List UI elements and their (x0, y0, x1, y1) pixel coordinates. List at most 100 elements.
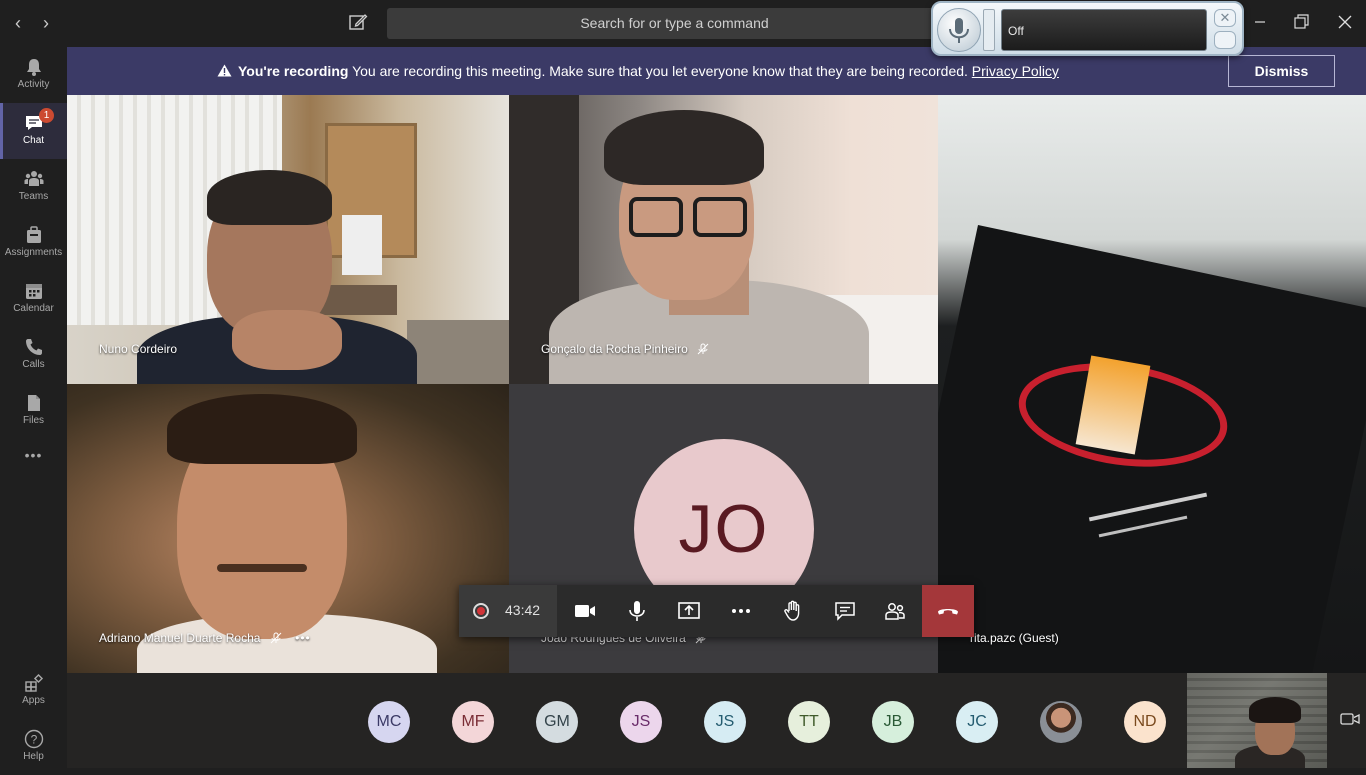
apps-icon (24, 673, 43, 692)
avatar[interactable]: ND (1124, 701, 1166, 743)
recording-message: You are recording this meeting. Make sur… (352, 63, 968, 79)
teams-icon (24, 171, 43, 186)
sidebar-item-label: Help (23, 751, 44, 762)
sidebar-item-label: Calendar (13, 303, 54, 314)
minimize-icon[interactable] (1248, 10, 1272, 34)
search-input[interactable]: Search for or type a command (387, 8, 962, 39)
avatar-photo[interactable] (1040, 701, 1082, 743)
mic-muted-icon (270, 632, 282, 644)
mustache (217, 564, 307, 572)
restore-icon[interactable] (1289, 10, 1313, 34)
video-off-icon (1340, 713, 1360, 725)
participants-icon (885, 603, 905, 620)
video-tile[interactable]: Adriano Manuel Duarte Rocha ••• (67, 384, 509, 673)
bell-icon (26, 59, 41, 76)
sidebar-item-apps[interactable]: Apps (0, 663, 67, 719)
avatar[interactable]: MF (452, 701, 494, 743)
chat-icon (835, 602, 855, 621)
participant-name: Gonçalo da Rocha Pinheiro (541, 342, 688, 356)
avatar[interactable]: JS (620, 701, 662, 743)
avatar[interactable]: MC (368, 701, 410, 743)
recording-title: You're recording (238, 63, 349, 79)
svg-text:?: ? (30, 733, 37, 747)
show-participants-button[interactable] (869, 585, 921, 637)
person-hands (232, 310, 342, 370)
sidebar-item-label: Apps (22, 695, 45, 706)
app-sidebar: Activity 1 Chat Teams Assignments Calend… (0, 47, 67, 768)
avatar[interactable]: JB (872, 701, 914, 743)
self-video-preview[interactable] (1187, 673, 1327, 768)
video-tile[interactable]: rita.pazc (Guest) (938, 95, 1366, 673)
speech-mic-widget: Off ✕ (931, 1, 1244, 56)
assignments-icon (26, 226, 41, 243)
more-apps-button[interactable]: ••• (0, 447, 67, 477)
person-hair (604, 110, 764, 185)
hang-up-icon (938, 609, 958, 615)
avatar[interactable]: GM (536, 701, 578, 743)
paper-note (342, 215, 382, 275)
file-icon (27, 395, 40, 411)
self-video-toggle[interactable] (1339, 709, 1361, 729)
call-controls: 43:42 (459, 585, 974, 637)
recording-indicator: 43:42 (459, 585, 557, 637)
share-screen-icon (678, 602, 700, 619)
mic-muted-icon (697, 343, 709, 355)
avatar[interactable]: JS (704, 701, 746, 743)
sidebar-item-chat[interactable]: 1 Chat (0, 103, 67, 159)
compose-icon[interactable] (348, 12, 370, 34)
more-options-button[interactable]: ••• (295, 631, 311, 645)
chevron-right-icon[interactable]: › (36, 12, 56, 34)
help-icon: ? (24, 729, 43, 749)
unread-badge: 1 (39, 108, 54, 123)
calendar-icon (25, 284, 42, 299)
participant-strip: MC MF GM JS JS TT JB JC ND (67, 673, 1366, 768)
sidebar-item-label: Assignments (4, 247, 63, 258)
sidebar-item-assignments[interactable]: Assignments (0, 215, 67, 271)
recording-notice: You're recording You are recording this … (217, 63, 1059, 79)
close-icon[interactable] (1333, 10, 1357, 34)
sidebar-item-teams[interactable]: Teams (0, 159, 67, 215)
video-tile[interactable]: Gonçalo da Rocha Pinheiro (509, 95, 938, 384)
minimize-icon[interactable] (1214, 31, 1236, 49)
sidebar-item-calendar[interactable]: Calendar (0, 271, 67, 327)
participant-name: Adriano Manuel Duarte Rocha (99, 631, 261, 645)
microphone-button[interactable] (611, 585, 663, 637)
participant-name-row: Adriano Manuel Duarte Rocha ••• (99, 631, 311, 645)
sidebar-item-activity[interactable]: Activity (0, 47, 67, 103)
more-actions-button[interactable] (715, 585, 767, 637)
sidebar-item-label: Activity (17, 79, 50, 90)
microphone-toggle[interactable] (937, 8, 981, 52)
sidebar-item-label: Files (22, 415, 45, 426)
record-icon (473, 603, 489, 619)
dismiss-button[interactable]: Dismiss (1228, 55, 1335, 87)
hang-up-button[interactable] (922, 585, 974, 637)
raise-hand-button[interactable] (767, 585, 819, 637)
sidebar-item-help[interactable]: ? Help (0, 719, 67, 775)
privacy-policy-link[interactable]: Privacy Policy (972, 63, 1059, 79)
chevron-left-icon[interactable]: ‹ (8, 12, 28, 34)
call-timer: 43:42 (505, 602, 541, 618)
person-hair (207, 170, 332, 225)
phone-icon (25, 339, 42, 355)
sidebar-item-files[interactable]: Files (0, 383, 67, 439)
desk (407, 320, 509, 384)
participant-name-row: Gonçalo da Rocha Pinheiro (541, 342, 709, 356)
video-tile[interactable]: Nuno Cordeiro (67, 95, 509, 384)
person-hair (167, 394, 357, 464)
participant-name: Nuno Cordeiro (99, 342, 178, 356)
camera-icon (575, 605, 595, 617)
sidebar-item-label: Calls (22, 359, 45, 370)
warning-icon (217, 64, 232, 77)
share-screen-button[interactable] (663, 585, 715, 637)
person-hair (1249, 697, 1301, 723)
hand-icon (784, 600, 800, 621)
avatar[interactable]: JC (956, 701, 998, 743)
sidebar-item-label: Teams (18, 191, 49, 202)
show-conversation-button[interactable] (819, 585, 871, 637)
camera-button[interactable] (559, 585, 611, 637)
sidebar-item-calls[interactable]: Calls (0, 327, 67, 383)
avatar[interactable]: TT (788, 701, 830, 743)
close-icon[interactable]: ✕ (1214, 9, 1236, 27)
microphone-icon (629, 601, 645, 621)
mic-status: Off (1001, 9, 1207, 51)
